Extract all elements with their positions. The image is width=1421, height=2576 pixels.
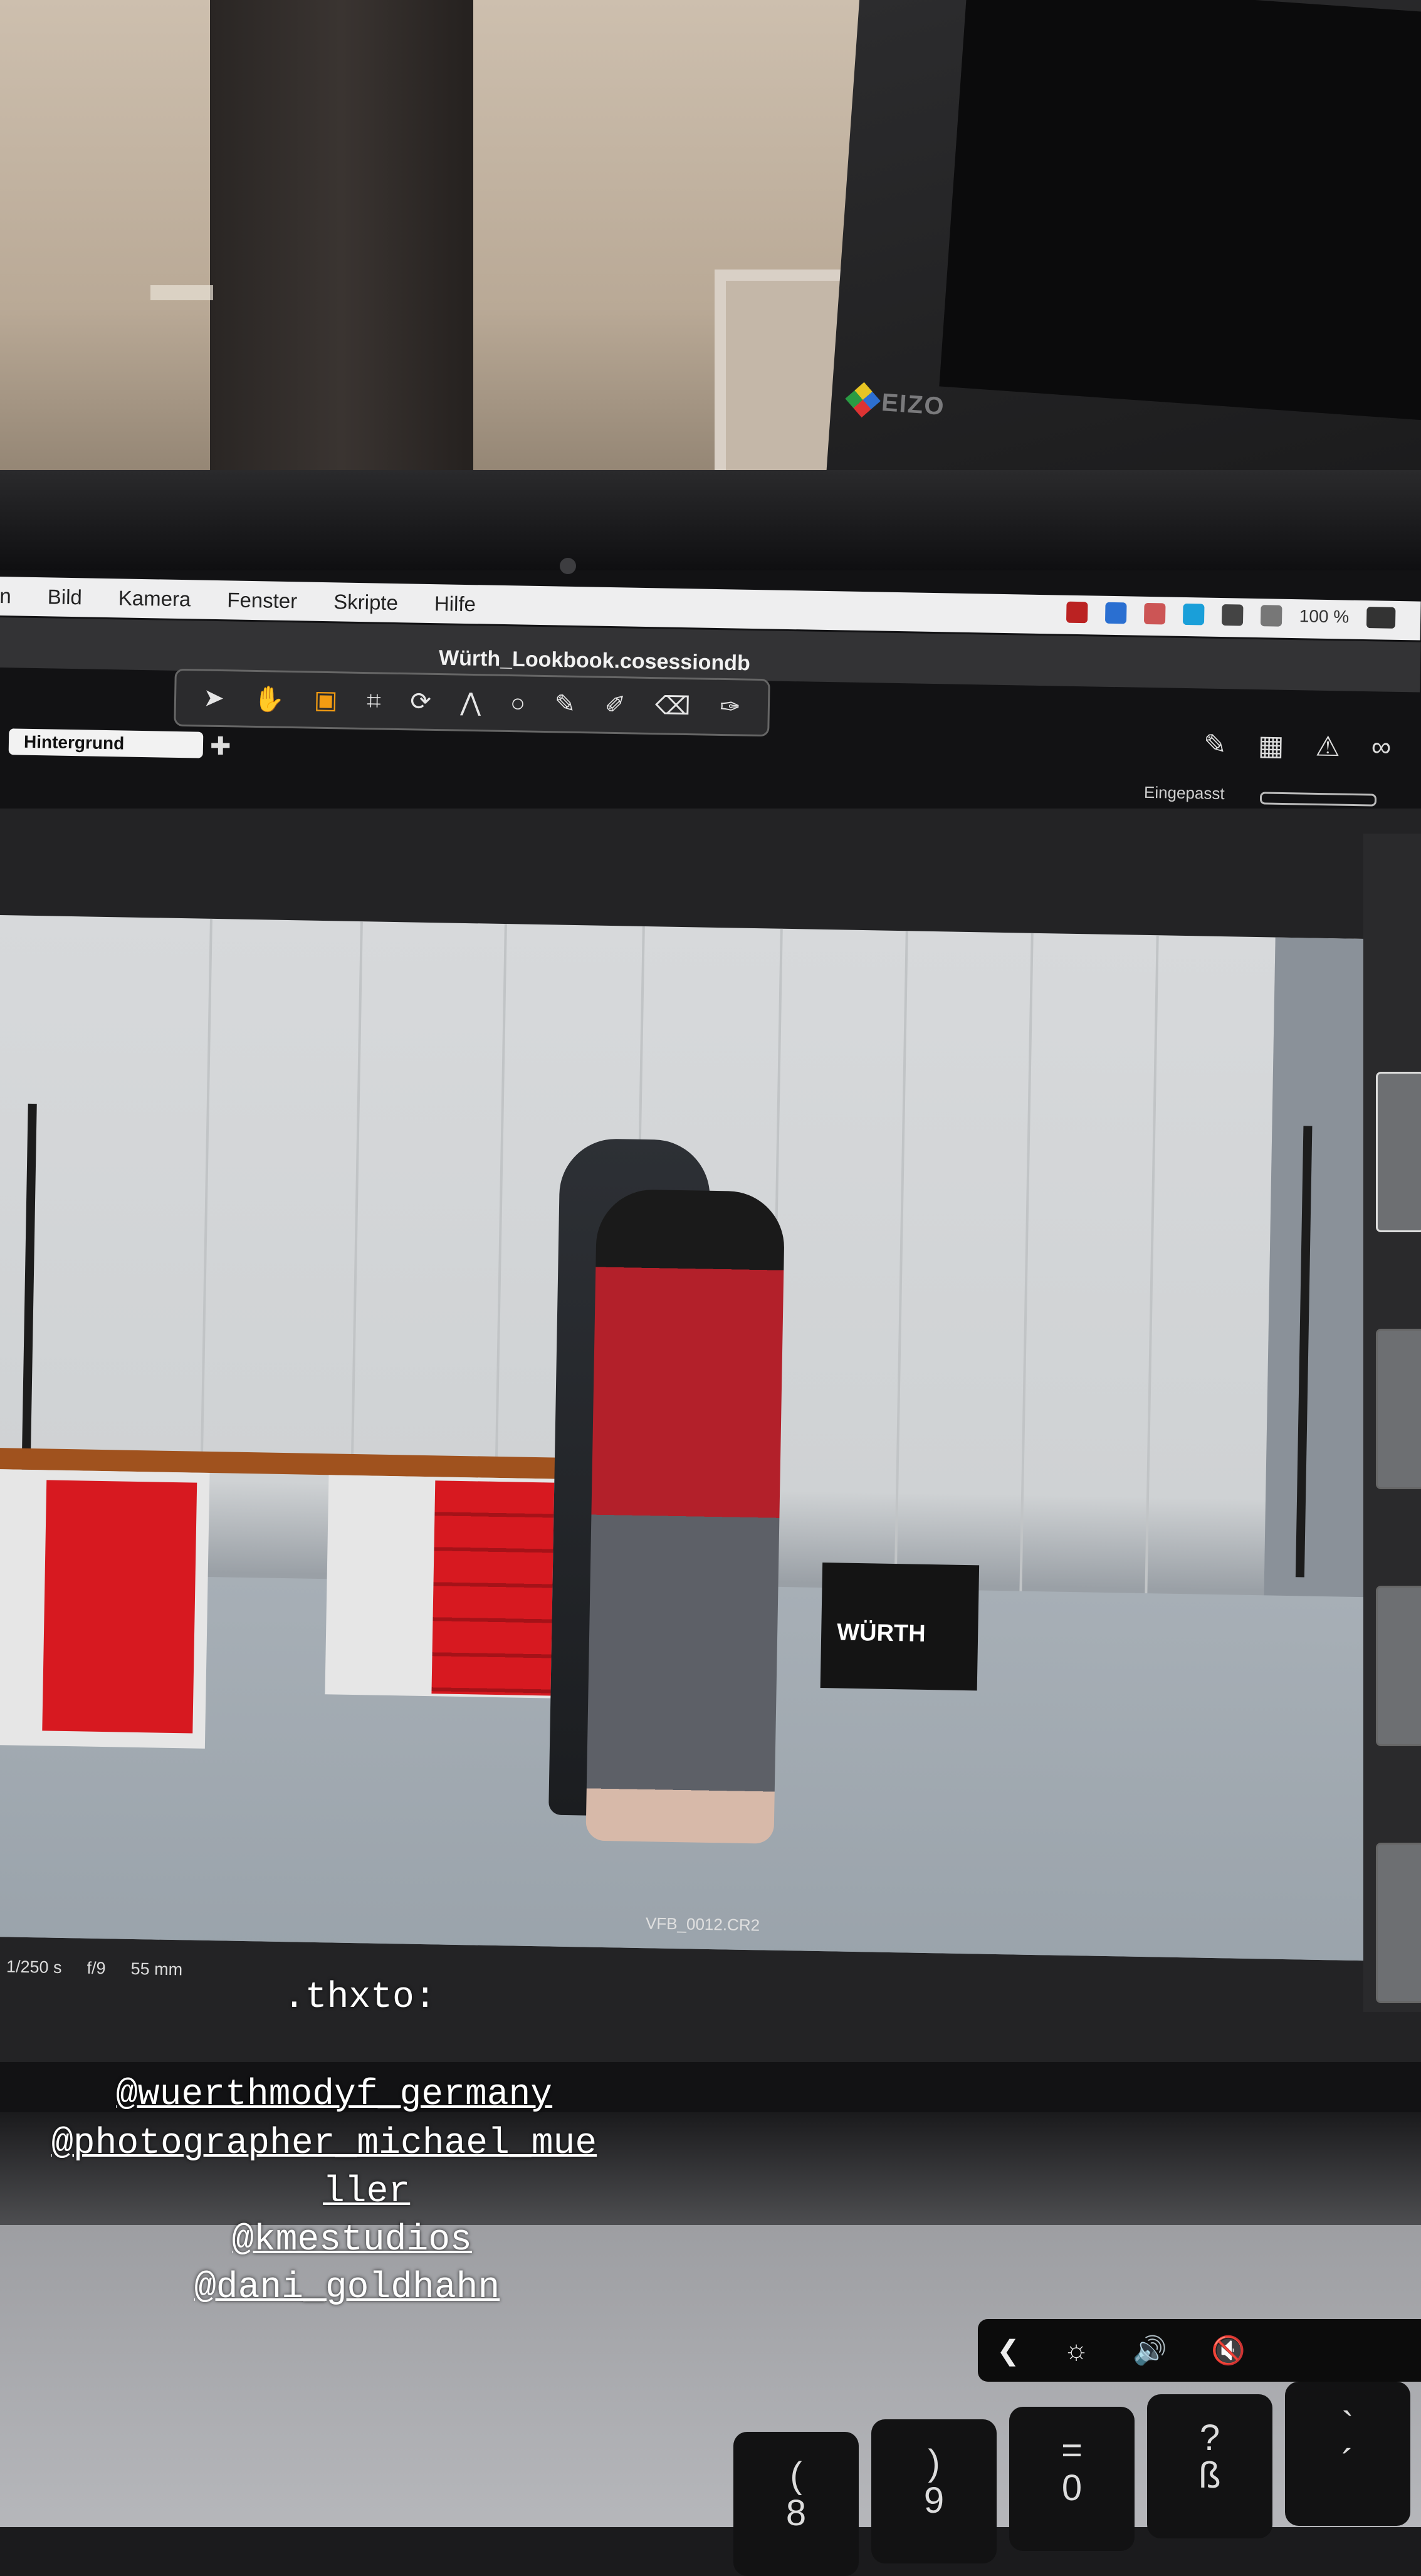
webcam [560,558,576,574]
filmstrip-thumb[interactable] [1376,1843,1421,2003]
image-filename: VFB_0012.CR2 [645,1914,760,1935]
mention-link[interactable]: @kmestudios [232,2220,472,2261]
layer-select[interactable]: Hintergrund [8,728,204,758]
story-heading: .thxto: [283,1977,436,2018]
select-tool-icon[interactable]: ➤ [203,684,224,713]
key-0[interactable]: = 0 [1009,2407,1135,2551]
filmstrip-thumb[interactable] [1376,1586,1421,1746]
story-mention[interactable]: @photographer_michael_mue [51,2123,597,2164]
cursor-tool-icon[interactable]: ▣ [313,686,338,715]
battery-icon [1366,607,1396,629]
eizo-logo-icon [845,382,881,418]
photo-preview: WÜRTH [0,915,1385,1961]
skype-icon[interactable] [1066,601,1088,624]
monitor-screen [939,0,1421,422]
battery-percent: 100 % [1299,606,1350,627]
mention-link[interactable]: @wuerthmodyf_germany [116,2075,552,2115]
stylist-woman [585,1188,785,1844]
wall-panel [1144,935,1278,1627]
exif-bar: 1/250 s f/9 55 mm [6,1957,183,1980]
eizo-monitor: EIZO [825,0,1421,535]
wall-panel [893,931,1034,1623]
key-lower: 8 [785,2493,807,2533]
tool-palette: ➤ ✋ ▣ ⌗ ⟳ ⋀ ○ ✎ ✐ ⌫ ✑ [174,668,770,737]
picker-tool-icon[interactable]: ✐ [604,691,626,720]
filmstrip-thumb[interactable] [1376,1072,1421,1232]
key-upper: ? [1199,2417,1220,2458]
grid-icon[interactable]: ▦ [1257,730,1284,762]
wall-panel [1019,933,1159,1625]
exif-shutter: 1/250 s [6,1957,62,1977]
vpn-icon[interactable] [1182,603,1205,626]
story-mention[interactable]: @wuerthmodyf_germany [116,2075,552,2115]
key-8[interactable]: ( 8 [733,2432,859,2576]
crop-tool-icon[interactable]: ⌗ [367,687,381,715]
key-upper: ( [790,2455,802,2496]
mention-link[interactable]: @photographer_michael_mue [51,2123,597,2164]
zoom-slider[interactable] [1259,792,1377,807]
gradient-tool-icon[interactable]: ✑ [720,693,741,722]
add-layer-icon[interactable]: ✚ [210,732,231,761]
wall-panel [768,928,908,1621]
key-9[interactable]: ) 9 [871,2419,997,2563]
menubar-tray: 100 % [1066,601,1396,629]
pan-tool-icon[interactable]: ✋ [253,684,285,714]
key-upper: ) [928,2442,940,2483]
laptop-bezel [0,470,1421,570]
key-upper: = [1061,2430,1083,2471]
edit-icon[interactable]: ✎ [1203,728,1227,761]
story-mention[interactable]: @dani_goldhahn [194,2268,500,2308]
rotate-tool-icon[interactable]: ⟳ [410,687,431,716]
menu-item-fenster[interactable]: Fenster [227,588,298,613]
dark-doorway [210,0,473,495]
light-streak [150,285,213,300]
cabinet-right-drawers [431,1480,555,1696]
touchbar-mute-icon[interactable]: 🔇 [1211,2334,1245,2367]
filmstrip-thumb[interactable] [1376,1329,1421,1489]
monitor-brand: EIZO [880,389,946,421]
dropbox-icon[interactable] [1104,602,1127,624]
brush-tool-icon[interactable]: ✎ [554,689,575,719]
warning-icon[interactable]: ⚠ [1315,731,1340,763]
viewer-tools: ✎ ▦ ⚠ ∞ [1203,728,1392,763]
cabinet-left-door [42,1480,197,1734]
touchbar-volume-icon[interactable]: 🔊 [1133,2334,1167,2367]
proof-glasses-icon[interactable]: ∞ [1371,731,1391,764]
menu-item-bild[interactable]: Bild [47,585,82,609]
key-lower: ß [1198,2455,1221,2496]
touchbar-collapse-icon[interactable]: ❮ [997,2335,1020,2367]
keystone-tool-icon[interactable]: ⋀ [460,688,481,718]
key-sz[interactable]: ? ß [1147,2394,1272,2538]
menu-item-ansicht[interactable]: n [0,584,11,608]
airplay-icon[interactable] [1221,604,1244,626]
key-lower: 9 [923,2480,945,2521]
story-mention[interactable]: @kmestudios [232,2220,472,2261]
touch-bar: ❮ ☼ 🔊 🔇 [978,2319,1421,2382]
eraser-tool-icon[interactable]: ⌫ [655,691,691,721]
menu-item-hilfe[interactable]: Hilfe [434,592,476,616]
story-mention-wrap[interactable]: ller [323,2172,410,2212]
zoom-fit-label: Eingepasst [1143,782,1225,804]
exif-focal: 55 mm [130,1959,183,1979]
menu-item-kamera[interactable]: Kamera [118,586,191,611]
exif-aperture: f/9 [87,1958,106,1978]
touchbar-brightness-icon[interactable]: ☼ [1064,2335,1089,2366]
mention-link[interactable]: @dani_goldhahn [194,2268,500,2308]
key-lower: ´ [1341,2442,1354,2483]
key-accent[interactable]: ` ´ [1285,2382,1410,2526]
time-machine-icon[interactable] [1260,605,1282,627]
menu-item-skripte[interactable]: Skripte [333,590,398,615]
key-lower: 0 [1061,2468,1083,2508]
spot-tool-icon[interactable]: ○ [510,689,526,718]
key-upper: ` [1341,2405,1354,2446]
case-brand: WÜRTH [836,1619,926,1647]
creative-cloud-icon[interactable] [1143,602,1166,625]
mention-link[interactable]: ller [323,2172,410,2212]
